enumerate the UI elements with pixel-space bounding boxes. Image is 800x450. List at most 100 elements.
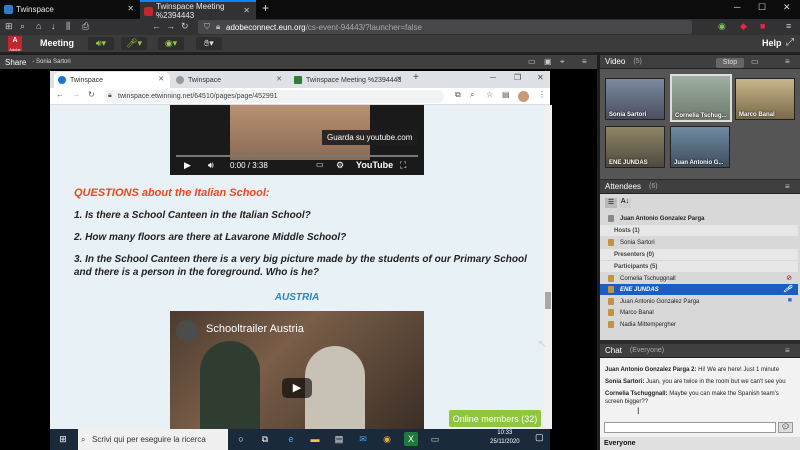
attendee-me[interactable]: Juan Antonio Gonzalez Parga — [600, 213, 798, 224]
attendee-participant-selected[interactable]: ENE JUNDAS 🎤︎ — [600, 284, 798, 295]
pod-menu-icon[interactable]: ≡ — [785, 182, 790, 191]
new-tab-icon[interactable]: + — [262, 1, 269, 15]
chrome-menu-icon[interactable]: ⋮ — [538, 90, 546, 99]
minimize-icon[interactable]: ─ — [734, 2, 740, 12]
fit-width-icon[interactable]: ▭ — [528, 57, 536, 66]
home-icon[interactable]: ⌂ — [36, 21, 41, 31]
forward-icon[interactable]: → — [72, 90, 80, 99]
video-tile[interactable]: Marco Banal — [735, 78, 795, 120]
bookmark-star-icon[interactable]: ☆ — [486, 90, 493, 99]
lock-icon[interactable]: 🔒︎ — [216, 22, 220, 32]
chrome-tab-meeting[interactable]: Twinspace Meeting %2394443 ✕ — [290, 72, 408, 88]
file-explorer-icon[interactable]: ▬ — [308, 432, 322, 446]
profile-avatar[interactable] — [518, 91, 529, 102]
firefox-url-bar[interactable]: adobeconnect.eun.org/cs-event-94443/?lau… — [198, 20, 692, 34]
pod-menu-icon[interactable]: ≡ — [785, 346, 790, 355]
shield-icon[interactable]: ⛉ — [204, 22, 210, 32]
sort-icon[interactable]: A↓ — [619, 198, 631, 208]
chrome-icon[interactable]: ◉ — [380, 432, 394, 446]
fullscreen-icon[interactable]: ⛶ — [400, 160, 406, 171]
channel-avatar[interactable] — [176, 320, 198, 342]
screenshot-icon[interactable]: ⌕ — [20, 21, 25, 32]
addon-icon[interactable]: ■ — [760, 21, 765, 31]
menu-icon[interactable]: ≡ — [786, 21, 791, 31]
firefox-tab-twinspace[interactable]: Twinspace ✕ — [0, 0, 140, 19]
fullscreen-share-icon[interactable]: ▣ — [544, 57, 552, 66]
windows-start-icon[interactable]: ⊞ — [56, 432, 70, 446]
restore-icon[interactable]: ❐ — [514, 73, 521, 82]
subtitles-icon[interactable]: ▭ — [316, 160, 324, 169]
scrollbar-thumb[interactable] — [545, 292, 551, 309]
speaker-icon[interactable]: 🔊︎▾ — [88, 37, 114, 50]
zoom-icon[interactable]: ⌕ — [470, 90, 474, 100]
close-tab-icon[interactable]: ✕ — [158, 75, 164, 83]
chrome-tab-twinspace[interactable]: Twinspace ✕ — [172, 72, 288, 88]
minimize-icon[interactable]: ─ — [490, 73, 496, 82]
camera-icon[interactable]: ◉▾ — [158, 37, 184, 50]
page-scrollbar[interactable] — [544, 105, 552, 429]
chrome-url-bar[interactable]: twinspace.etwinning.net/64510/pages/page… — [104, 90, 444, 103]
microphone-icon[interactable]: 🎤︎▾ — [121, 37, 147, 50]
close-tab-icon[interactable]: ✕ — [276, 75, 282, 83]
chat-input[interactable] — [604, 422, 776, 433]
watch-on-youtube-tooltip[interactable]: Guarda su youtube.com — [322, 130, 418, 145]
video-progress-bar[interactable] — [176, 155, 418, 157]
volume-icon[interactable]: 🔊︎ — [208, 160, 214, 171]
youtube-logo[interactable]: YouTube — [356, 160, 393, 170]
extensions-icon[interactable]: ▤ — [502, 90, 510, 99]
attendee-participant[interactable]: Cornelia Tschuggnall ⊘ — [600, 273, 798, 284]
video-tile[interactable]: Sonia Sartori — [605, 78, 665, 120]
back-icon[interactable]: ← — [152, 21, 161, 31]
presenters-group[interactable]: Presenters (0) — [600, 249, 798, 260]
task-view-icon[interactable]: ○ — [234, 432, 248, 446]
forward-icon[interactable]: → — [166, 21, 175, 31]
reload-icon[interactable]: ↻ — [181, 21, 189, 32]
participants-group[interactable]: Participants (5) — [600, 261, 798, 272]
app-icon[interactable]: ▭ — [428, 432, 442, 446]
close-tab-icon[interactable]: ✕ — [396, 75, 402, 83]
stop-video-button[interactable]: Stop — [716, 58, 744, 68]
store-icon[interactable]: ▤ — [332, 432, 346, 446]
edge-icon[interactable]: e — [284, 432, 298, 446]
notifications-icon[interactable]: ▢ — [535, 432, 544, 443]
addon-icon[interactable]: ◆ — [740, 21, 747, 32]
close-window-icon[interactable]: ✕ — [783, 2, 791, 13]
library-icon[interactable]: ⫼ — [66, 21, 70, 32]
youtube-video-austria[interactable]: Schooltrailer Austria ▶ — [170, 311, 424, 429]
meeting-menu[interactable]: Meeting — [40, 38, 74, 48]
taskview-grid-icon[interactable]: ⧉ — [258, 432, 272, 446]
new-tab-icon[interactable]: + — [413, 72, 419, 83]
reload-icon[interactable]: ↻ — [88, 90, 95, 99]
video-title[interactable]: Schooltrailer Austria — [206, 323, 304, 335]
sync-tabs-icon[interactable]: ⊞ — [5, 21, 13, 32]
hosts-group[interactable]: Hosts (1) — [600, 225, 798, 236]
taskbar-clock[interactable]: 10:33 25/11/2020 — [490, 429, 520, 447]
maximize-icon[interactable]: ☐ — [758, 2, 766, 13]
play-button-icon[interactable]: ▶ — [282, 378, 312, 398]
attendee-participant[interactable]: Nadia Mittempergher — [600, 319, 798, 330]
back-icon[interactable]: ← — [56, 90, 64, 99]
video-tile-active[interactable]: Cornelia Tschug... — [670, 74, 732, 122]
attendee-participant[interactable]: Juan Antonio Gonzalez Parga ■ — [600, 296, 798, 307]
chrome-tab-twinspace-active[interactable]: Twinspace ✕ — [54, 72, 170, 88]
close-window-icon[interactable]: ✕ — [537, 73, 544, 82]
excel-icon[interactable]: X — [404, 432, 418, 446]
print-icon[interactable]: ⎙ — [82, 21, 89, 32]
taskbar-search[interactable]: ⌕ Scrivi qui per eseguire la ricerca — [78, 429, 228, 450]
chat-recipient-tab[interactable]: Everyone — [600, 437, 800, 450]
online-members-badge[interactable]: Online members (32) — [449, 410, 541, 427]
mail-icon[interactable]: ✉ — [356, 432, 370, 446]
video-tile[interactable]: ENE JUNDAS — [605, 126, 665, 168]
settings-icon[interactable]: ⚙ — [336, 160, 344, 171]
list-view-icon[interactable]: ☰ — [605, 198, 617, 208]
close-tab-icon[interactable]: ✕ — [243, 6, 250, 15]
pointer-icon[interactable]: ⌖ — [560, 57, 565, 67]
video-options-icon[interactable]: ▭ — [751, 57, 759, 66]
pod-menu-icon[interactable]: ≡ — [785, 57, 790, 66]
help-menu[interactable]: Help — [762, 38, 782, 48]
video-tile[interactable]: Juan Antonio G... — [670, 126, 730, 168]
play-icon[interactable]: ▶ — [184, 160, 191, 171]
close-tab-icon[interactable]: ✕ — [127, 4, 134, 13]
send-message-icon[interactable]: 💬︎ — [778, 422, 793, 433]
translate-icon[interactable]: ⧉ — [455, 90, 461, 100]
